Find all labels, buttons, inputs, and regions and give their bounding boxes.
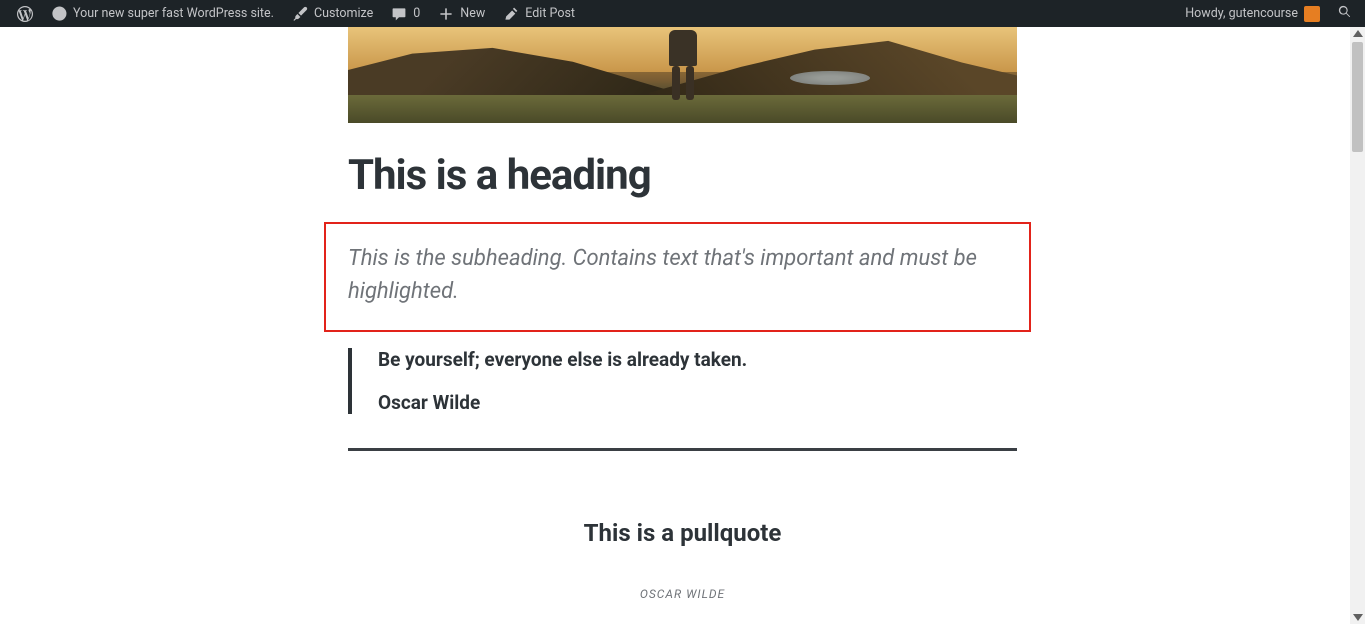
pullquote-text: This is a pullquote bbox=[368, 519, 997, 547]
pullquote-citation: OSCAR WILDE bbox=[368, 587, 997, 601]
scroll-down-arrow-icon[interactable] bbox=[1353, 614, 1363, 621]
pullquote-block: This is a pullquote OSCAR WILDE bbox=[348, 448, 1017, 624]
site-name-menu[interactable]: Your new super fast WordPress site. bbox=[42, 0, 283, 27]
customize-link[interactable]: Customize bbox=[283, 0, 382, 27]
search-icon bbox=[1337, 4, 1353, 24]
brush-icon bbox=[292, 6, 308, 22]
my-account-menu[interactable]: Howdy, gutencourse bbox=[1176, 0, 1329, 27]
quote-author: Oscar Wilde bbox=[378, 391, 1017, 414]
new-link[interactable]: New bbox=[429, 0, 494, 27]
person-silhouette-icon bbox=[668, 30, 698, 105]
page-content: This is a heading This is the subheading… bbox=[0, 27, 1365, 624]
comment-icon bbox=[391, 6, 407, 22]
wordpress-icon bbox=[17, 6, 33, 22]
site-title-label: Your new super fast WordPress site. bbox=[73, 6, 274, 21]
subheading-text: This is the subheading. Contains text th… bbox=[348, 242, 1007, 308]
new-label: New bbox=[460, 6, 485, 21]
quote-text: Be yourself; everyone else is already ta… bbox=[378, 348, 1017, 371]
edit-post-label: Edit Post bbox=[525, 6, 575, 21]
pencil-icon bbox=[503, 6, 519, 22]
admin-search-button[interactable] bbox=[1333, 2, 1357, 26]
dashboard-icon bbox=[51, 6, 67, 22]
subheading-highlight-box: This is the subheading. Contains text th… bbox=[324, 222, 1031, 332]
wp-admin-bar: Your new super fast WordPress site. Cust… bbox=[0, 0, 1365, 27]
scrollbar-thumb[interactable] bbox=[1352, 42, 1363, 152]
comments-count: 0 bbox=[413, 6, 420, 21]
plus-icon bbox=[438, 6, 454, 22]
vertical-scrollbar[interactable] bbox=[1350, 27, 1365, 624]
comments-link[interactable]: 0 bbox=[382, 0, 429, 27]
avatar-icon bbox=[1304, 6, 1320, 22]
howdy-label: Howdy, gutencourse bbox=[1185, 6, 1298, 21]
scroll-up-arrow-icon[interactable] bbox=[1353, 30, 1363, 37]
featured-image bbox=[348, 27, 1017, 123]
wp-logo-menu[interactable] bbox=[8, 0, 42, 27]
edit-post-link[interactable]: Edit Post bbox=[494, 0, 584, 27]
blockquote: Be yourself; everyone else is already ta… bbox=[348, 348, 1017, 414]
post-heading: This is a heading bbox=[348, 151, 1017, 200]
customize-label: Customize bbox=[314, 6, 373, 21]
